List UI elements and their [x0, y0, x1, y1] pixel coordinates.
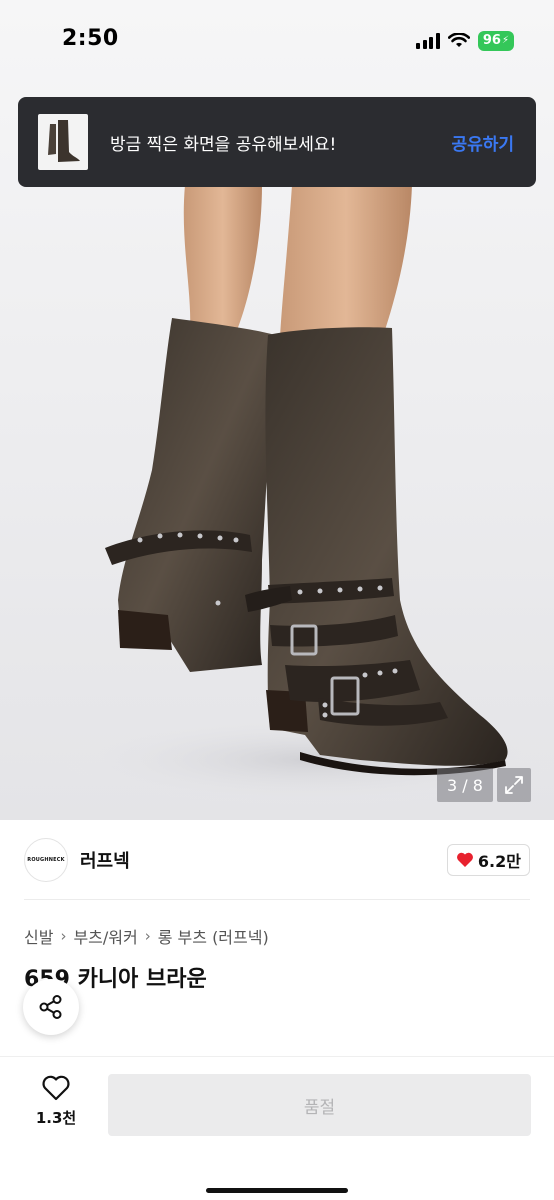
sold-out-button[interactable]: 품절: [108, 1074, 531, 1136]
screenshot-thumbnail[interactable]: [38, 114, 88, 170]
chevron-right-icon: ›: [144, 927, 151, 945]
expand-icon: [505, 776, 523, 794]
share-button[interactable]: [23, 979, 79, 1035]
breadcrumb-item[interactable]: 신발: [24, 924, 53, 948]
battery-icon: 96 ⚡: [477, 31, 514, 51]
wifi-icon: [447, 33, 470, 47]
image-counter: 3 / 8: [437, 768, 493, 802]
status-time: 2:50: [62, 26, 119, 51]
breadcrumb-item[interactable]: 롱 부츠 (러프넥): [158, 924, 269, 948]
breadcrumb-item[interactable]: 부츠/워커: [73, 924, 137, 948]
brand-like-count: 6.2만: [477, 852, 521, 871]
home-indicator: [206, 1188, 348, 1193]
breadcrumb: 신발 › 부츠/워커 › 롱 부츠 (러프넥): [24, 924, 269, 948]
share-toast: 방금 찍은 화면을 공유해보세요! 공유하기: [18, 97, 536, 187]
expand-button[interactable]: [497, 768, 531, 802]
status-bar: 2:50 96 ⚡: [0, 0, 554, 84]
divider: [24, 899, 530, 900]
share-action-button[interactable]: 공유하기: [451, 130, 514, 155]
wishlist-count: 1.3천: [35, 1109, 77, 1127]
heart-filled-icon: [456, 852, 473, 867]
wishlist-button[interactable]: 1.3천: [20, 1075, 92, 1128]
heart-outline-icon: [42, 1075, 70, 1101]
battery-level: 96: [482, 33, 501, 48]
status-icons: 96 ⚡: [416, 30, 514, 52]
brand-name[interactable]: 러프넥: [80, 847, 447, 873]
brand-row[interactable]: ROUGHNECK 러프넥 6.2만: [0, 820, 554, 900]
share-icon: [39, 995, 62, 1019]
bottom-action-bar: 1.3천 품절: [0, 1056, 554, 1200]
toast-message: 방금 찍은 화면을 공유해보세요!: [110, 134, 337, 155]
chevron-right-icon: ›: [60, 927, 67, 945]
cellular-signal-icon: [416, 33, 440, 49]
brand-logo[interactable]: ROUGHNECK: [24, 838, 68, 882]
charging-bolt-icon: ⚡: [501, 35, 509, 46]
brand-like-button[interactable]: 6.2만: [446, 844, 530, 876]
